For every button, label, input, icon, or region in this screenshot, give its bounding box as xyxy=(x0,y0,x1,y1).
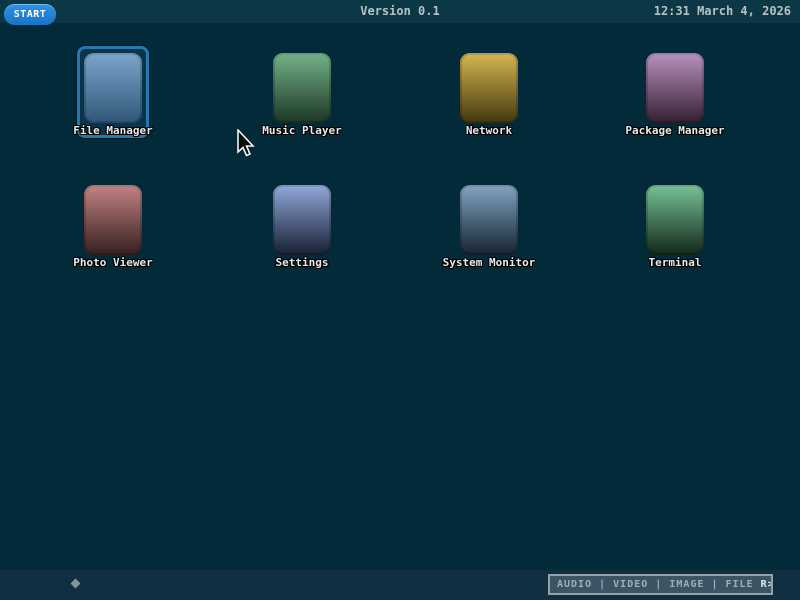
desktop-icon-system-monitor[interactable]: System Monitor xyxy=(424,176,554,280)
desktop-icon-package-manager[interactable]: Package Manager xyxy=(610,44,740,148)
package-manager-icon[interactable] xyxy=(646,53,704,123)
system-monitor-icon[interactable] xyxy=(460,185,518,255)
photo-viewer-icon[interactable] xyxy=(84,185,142,255)
clock-label: 12:31 March 4, 2026 xyxy=(654,4,791,18)
icon-label: Music Player xyxy=(217,124,387,137)
icon-label: Settings xyxy=(217,256,387,269)
settings-icon[interactable] xyxy=(273,185,331,255)
icon-label: Package Manager xyxy=(590,124,760,137)
start-button[interactable]: START xyxy=(4,4,56,25)
terminal-icon[interactable] xyxy=(646,185,704,255)
desktop-icon-photo-viewer[interactable]: Photo Viewer xyxy=(48,176,178,280)
icon-label: System Monitor xyxy=(404,256,574,269)
desktop-screen: { "top_bar": { "logo": "AC", "version": … xyxy=(0,0,800,600)
music-player-icon[interactable] xyxy=(273,53,331,123)
ticker-text: AUDIO | VIDEO | IMAGE | FILE xyxy=(557,579,754,590)
icon-label: Terminal xyxy=(590,256,760,269)
media-type-ticker[interactable]: AUDIO | VIDEO | IMAGE | FILE R> xyxy=(548,574,773,595)
icon-label: File Manager xyxy=(28,124,198,137)
desktop-icon-terminal[interactable]: Terminal xyxy=(610,176,740,280)
network-icon[interactable] xyxy=(460,53,518,123)
desktop-icon-music-player[interactable]: Music Player xyxy=(237,44,367,148)
icon-label: Photo Viewer xyxy=(28,256,198,269)
top-bar: AC Version 0.1 12:31 March 4, 2026 xyxy=(0,0,800,23)
file-manager-icon[interactable] xyxy=(84,53,142,123)
desktop-icon-settings[interactable]: Settings xyxy=(237,176,367,280)
desktop-icon-network[interactable]: Network xyxy=(424,44,554,148)
ticker-suffix: R> xyxy=(761,579,773,590)
desktop-icon-file-manager[interactable]: File Manager xyxy=(48,44,178,148)
icon-label: Network xyxy=(404,124,574,137)
desktop-icon-grid: File Manager Music Player Network Package M… xyxy=(0,23,800,570)
